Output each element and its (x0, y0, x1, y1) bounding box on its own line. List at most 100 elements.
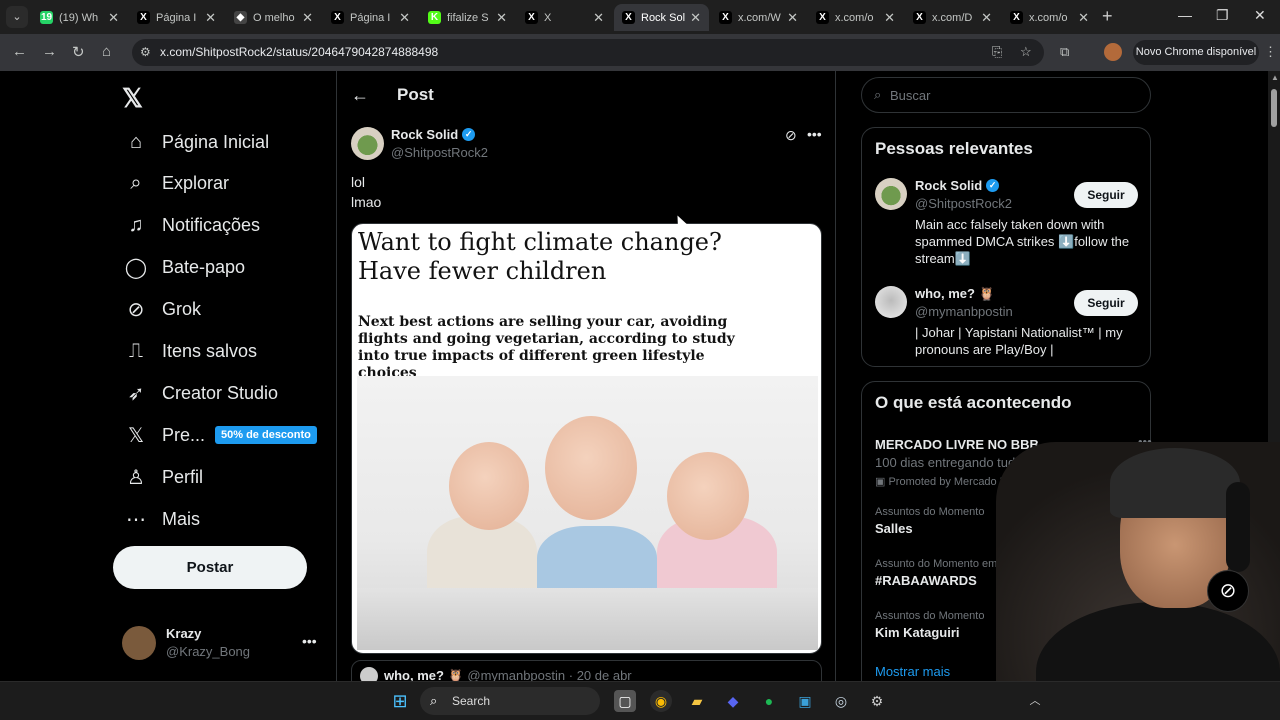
author-name[interactable]: Rock Solid ✓ (391, 127, 476, 142)
nav-item-bookmark[interactable]: ⎍ Itens salvos (124, 332, 257, 372)
verified-badge-icon: ✓ (462, 128, 476, 141)
post-media-image[interactable]: Want to fight climate change? Have fewer… (351, 223, 822, 654)
browser-tab[interactable]: X Página I ✕ (323, 4, 418, 31)
extensions-icon[interactable]: ⧉ (1060, 44, 1069, 60)
grok-floating-icon[interactable]: ⊘ (1207, 570, 1249, 612)
address-bar[interactable]: ⚙ x.com/ShitpostRock2/status/20464790428… (132, 39, 1044, 66)
taskbar-search[interactable]: ⌕ Search (420, 687, 600, 715)
nav-item-more-circle[interactable]: ⋯ Mais (124, 499, 200, 539)
windows-start-icon[interactable]: ⊞ (389, 690, 411, 712)
install-app-icon[interactable]: ⎘ (992, 44, 1002, 60)
browser-tab[interactable]: X Rock Sol ✕ (614, 4, 709, 31)
author-avatar[interactable] (351, 127, 384, 160)
discount-badge[interactable]: 50% de desconto (215, 426, 317, 445)
person-name[interactable]: Rock Solid ✓ (915, 178, 1000, 193)
tray-chevron-icon[interactable]: ︿ (1024, 690, 1046, 712)
follow-button[interactable]: Seguir (1074, 182, 1138, 208)
x-logo-icon[interactable]: 𝕏 (122, 83, 143, 114)
forward-button[interactable]: → (42, 43, 57, 60)
person-avatar[interactable] (875, 286, 907, 318)
browser-tab[interactable]: 19 (19) Wh ✕ (32, 4, 127, 31)
nav-item-grok[interactable]: ⊘ Grok (124, 290, 201, 330)
reload-button[interactable]: ↻ (72, 43, 85, 61)
browser-tab[interactable]: ◆ O melho ✕ (226, 4, 321, 31)
reply-preview[interactable]: who, me? 🦉 @mymanbpostin · 20 de abr (351, 660, 822, 681)
new-tab-button[interactable]: + (1102, 6, 1113, 27)
nav-item-bell[interactable]: ♫ Notificações (124, 206, 261, 246)
author-handle[interactable]: @ShitpostRock2 (391, 145, 488, 160)
more-icon[interactable]: ••• (302, 633, 317, 649)
back-arrow-icon[interactable]: ← (351, 85, 369, 106)
site-info-icon[interactable]: ⚙ (140, 45, 151, 59)
file-explorer-icon[interactable]: ▰ (686, 690, 708, 712)
person-name-text[interactable]: Rock Solid (915, 178, 982, 193)
relevant-people-panel: Pessoas relevantes Rock Solid ✓ @Shitpos… (861, 127, 1151, 367)
search-placeholder: Buscar (890, 88, 931, 103)
follow-button[interactable]: Seguir (1074, 290, 1138, 316)
tab-search-button[interactable]: ⌄ (6, 6, 28, 28)
search-icon: ⌕ (874, 87, 882, 102)
home-button[interactable]: ⌂ (102, 43, 111, 60)
close-tab-icon[interactable]: ✕ (884, 10, 895, 26)
browser-tab[interactable]: Xx.com/o ✕ (808, 4, 903, 31)
photos-icon[interactable]: ▣ (794, 690, 816, 712)
browser-tab-strip: ⌄ 19 (19) Wh ✕ X Página I ✕ ◆ O melho ✕ X Página I… (0, 0, 1280, 34)
browser-tab[interactable]: Kfifalize S ✕ (420, 4, 515, 31)
person-card[interactable]: Rock Solid ✓ @ShitpostRock2 Main acc fal… (875, 178, 1143, 268)
post-more-icon[interactable]: ••• (807, 126, 822, 142)
nav-item-home[interactable]: ⌂ Página Inicial (124, 122, 269, 162)
app-icon[interactable]: ⚙ (866, 690, 888, 712)
spotify-icon[interactable]: ● (758, 690, 780, 712)
profile-avatar[interactable] (1104, 43, 1122, 61)
close-tab-icon[interactable]: ✕ (981, 10, 992, 26)
search-input[interactable]: ⌕ Buscar (861, 77, 1151, 113)
close-tab-icon[interactable]: ✕ (205, 10, 216, 26)
author-name-text[interactable]: Rock Solid (391, 127, 458, 142)
scrollbar-thumb[interactable] (1271, 89, 1277, 127)
nav-item-chat[interactable]: ◯ Bate-papo (124, 248, 245, 288)
url-text[interactable]: x.com/ShitpostRock2/status/2046479042874… (160, 45, 438, 59)
chrome-update-button[interactable]: Novo Chrome disponível (1133, 40, 1259, 65)
browser-tab[interactable]: Xx.com/D ✕ (905, 4, 1000, 31)
person-card[interactable]: who, me? 🦉 @mymanbpostin | Johar | Yapis… (875, 286, 1143, 360)
bookmark-icon: ⎍ (129, 340, 143, 362)
account-switcher[interactable]: Krazy @Krazy_Bong ••• (122, 623, 332, 663)
close-tab-icon[interactable]: ✕ (399, 10, 410, 26)
close-tab-icon[interactable]: ✕ (496, 10, 507, 26)
close-window-button[interactable]: ✕ (1254, 7, 1266, 24)
browser-tab[interactable]: Xx.com/o ✕ (1002, 4, 1097, 31)
close-tab-icon[interactable]: ✕ (302, 10, 313, 26)
scroll-up-icon[interactable]: ▲ (1271, 73, 1279, 82)
maximize-button[interactable]: ❐ (1216, 7, 1229, 24)
close-tab-icon[interactable]: ✕ (593, 10, 604, 26)
close-tab-icon[interactable]: ✕ (787, 10, 798, 26)
post-button[interactable]: Postar (113, 546, 307, 589)
discord-icon[interactable]: ◆ (722, 690, 744, 712)
chrome-menu-icon[interactable]: ⋮ (1264, 44, 1277, 60)
close-tab-icon[interactable]: ✕ (690, 10, 701, 26)
browser-tab[interactable]: Xx.com/W ✕ (711, 4, 806, 31)
reply-avatar (360, 667, 378, 681)
browser-tab[interactable]: X Página I ✕ (129, 4, 224, 31)
task-view-icon[interactable]: ▢ (614, 690, 636, 712)
browser-tab[interactable]: X X ✕ (517, 4, 612, 31)
nav-item-rocket[interactable]: ➶ Creator Studio (124, 373, 278, 413)
tab-title: (19) Wh (59, 11, 99, 24)
back-button[interactable]: ← (12, 43, 27, 60)
minimize-button[interactable]: — (1178, 7, 1192, 23)
nav-item-x[interactable]: 𝕏 Pre... 50% de desconto (124, 415, 317, 455)
person-avatar[interactable] (875, 178, 907, 210)
nav-item-search[interactable]: ⌕ Explorar (124, 164, 229, 204)
main-column: ← Post Rock Solid ✓ @ShitpostRock2 ⊘ •••… (336, 71, 836, 681)
steam-icon[interactable]: ◎ (830, 690, 852, 712)
nav-item-person[interactable]: ♙ Perfil (124, 457, 203, 497)
show-more-link[interactable]: Mostrar mais (875, 664, 950, 679)
grok-icon[interactable]: ⊘ (785, 127, 797, 144)
close-tab-icon[interactable]: ✕ (1078, 10, 1089, 26)
close-tab-icon[interactable]: ✕ (108, 10, 119, 26)
x-icon: X (525, 11, 538, 24)
chrome-icon[interactable]: ◉ (650, 690, 672, 712)
tab-title: fifalize S (447, 11, 489, 24)
person-name[interactable]: who, me? 🦉 (915, 286, 995, 302)
bookmark-star-icon[interactable]: ☆ (1020, 44, 1032, 60)
